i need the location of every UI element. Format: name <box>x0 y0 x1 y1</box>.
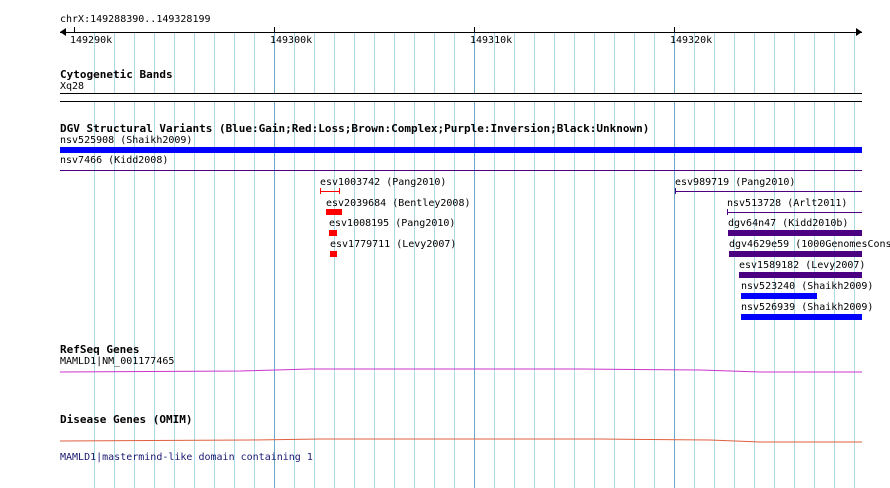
feature-esv989719[interactable] <box>675 191 862 192</box>
arrow-right-icon <box>856 28 862 36</box>
track-title[interactable]: Disease Genes (OMIM) <box>60 413 192 426</box>
gene-model-omim[interactable] <box>60 434 862 446</box>
feature-end-mark <box>339 188 340 194</box>
gene-model-mamld1[interactable] <box>60 365 862 377</box>
feature-label: nsv523240 (Shaikh2009) <box>741 281 874 292</box>
feature-nsv525908[interactable] <box>60 147 862 153</box>
feature-end-mark <box>675 188 676 194</box>
feature-label: esv989719 (Pang2010) <box>675 177 796 188</box>
feature-label: esv1589182 (Levy2007) <box>739 260 866 271</box>
feature-nsv513728[interactable] <box>727 212 862 213</box>
tick-label: 149310k <box>470 35 513 46</box>
coordinate-range: chrX:149288390..149328199 <box>60 14 211 25</box>
feature-esv1589182[interactable] <box>739 272 862 278</box>
tick-mark <box>474 27 475 33</box>
tick-mark <box>74 27 75 33</box>
feature-esv2039684[interactable] <box>326 209 342 215</box>
feature-label: nsv513728 (Arlt2011) <box>727 198 848 209</box>
feature-esv1003742[interactable] <box>320 191 340 192</box>
tick-label: 149290k <box>70 35 113 46</box>
feature-esv1008195[interactable] <box>329 230 337 236</box>
gene-description[interactable]: MAMLD1|mastermind-like domain containing… <box>60 452 313 464</box>
tick-mark <box>674 27 675 33</box>
feature-label: esv1779711 (Levy2007) <box>330 239 457 250</box>
tick-label: 149320k <box>670 35 713 46</box>
track-title[interactable]: RefSeq Genes <box>60 343 139 356</box>
feature-nsv523240[interactable] <box>741 293 817 299</box>
feature-dgv4629e59[interactable] <box>729 251 862 257</box>
feature-label: esv2039684 (Bentley2008) <box>326 198 471 209</box>
feature-label: nsv7466 (Kidd2008) <box>60 155 169 166</box>
feature-label: nsv526939 (Shaikh2009) <box>741 302 874 313</box>
tick-label: 149300k <box>270 35 313 46</box>
feature-dgv64n47[interactable] <box>728 230 862 236</box>
arrow-left-icon <box>60 28 66 36</box>
track-title[interactable]: Cytogenetic Bands <box>60 68 173 81</box>
cytoband-bar[interactable] <box>60 93 862 102</box>
feature-end-mark <box>320 188 321 194</box>
feature-nsv7466[interactable] <box>60 170 862 171</box>
feature-label: dgv4629e59 (1000GenomesCons <box>729 239 890 250</box>
feature-label: nsv525908 (Shaikh2009) <box>60 135 193 146</box>
feature-end-mark <box>727 209 728 215</box>
feature-label: dgv64n47 (Kidd2010b) <box>728 218 849 229</box>
feature-esv1779711[interactable] <box>330 251 337 257</box>
tick-mark <box>274 27 275 33</box>
ruler-axis <box>60 32 862 33</box>
band-label: Xq28 <box>60 81 85 92</box>
feature-label: esv1008195 (Pang2010) <box>329 218 456 229</box>
feature-nsv526939[interactable] <box>741 314 862 320</box>
track-title[interactable]: DGV Structural Variants (Blue:Gain;Red:L… <box>60 122 649 135</box>
